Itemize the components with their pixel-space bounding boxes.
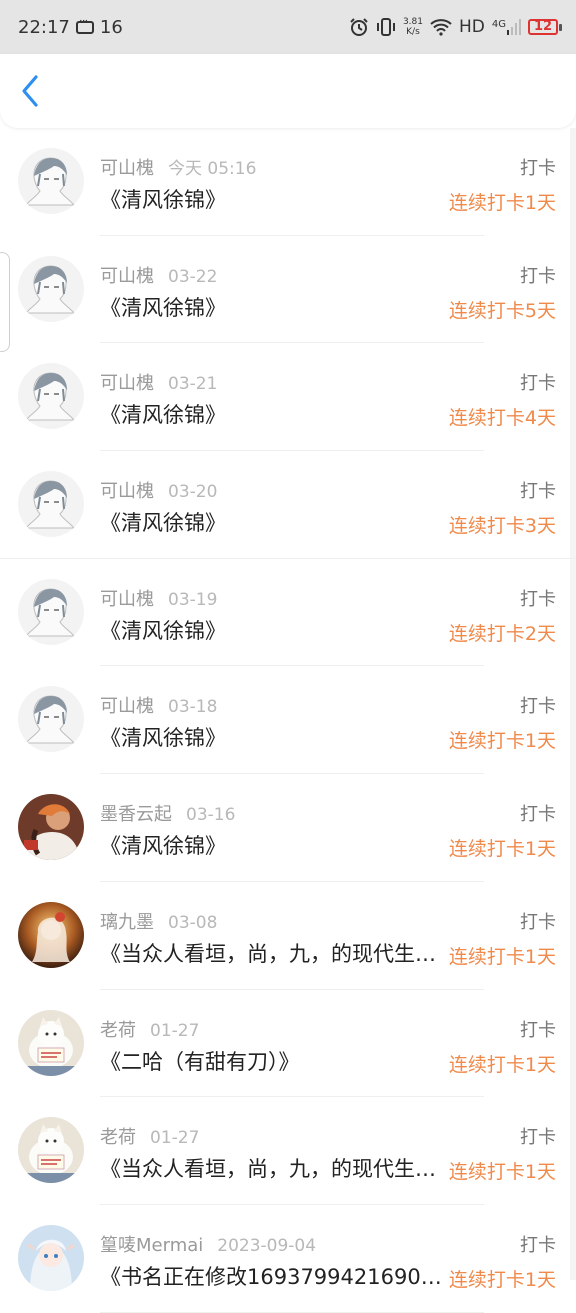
checkin-type: 打卡 bbox=[520, 804, 556, 826]
book-title[interactable]: 《清风徐锦》 bbox=[100, 399, 450, 429]
checkin-row[interactable]: 老荷 01-27 《二哈（有甜有刀）》 打卡连续打卡1天 bbox=[0, 990, 576, 1098]
checkin-type: 打卡 bbox=[520, 696, 556, 718]
alarm-icon bbox=[350, 18, 368, 36]
book-title[interactable]: 《清风徐锦》 bbox=[100, 830, 450, 860]
user-name[interactable]: 璃九墨 bbox=[100, 912, 154, 933]
status-time: 22:17 bbox=[18, 16, 70, 38]
checkin-type: 打卡 bbox=[520, 911, 556, 933]
avatar[interactable] bbox=[18, 794, 84, 861]
streak-label: 连续打卡1天 bbox=[448, 1161, 556, 1184]
wifi-icon bbox=[430, 19, 452, 36]
user-name[interactable]: 篁唛Mermai bbox=[100, 1235, 203, 1256]
avatar[interactable] bbox=[18, 1009, 84, 1076]
book-title[interactable]: 《清风徐锦》 bbox=[100, 615, 450, 645]
checkin-date: 今天 05:16 bbox=[168, 159, 257, 179]
streak-label: 连续打卡1天 bbox=[448, 945, 556, 968]
speed-unit: K/s bbox=[406, 27, 420, 37]
streak-label: 连续打卡1天 bbox=[448, 1053, 556, 1076]
avatar[interactable] bbox=[18, 255, 84, 322]
user-name[interactable]: 可山槐 bbox=[100, 589, 154, 610]
back-button[interactable] bbox=[0, 54, 60, 128]
checkin-row[interactable]: 可山槐 03-22 《清风徐锦》 打卡连续打卡5天 bbox=[0, 236, 576, 344]
checkin-type: 打卡 bbox=[520, 588, 556, 610]
checkin-date: 2023-09-04 bbox=[217, 1235, 317, 1256]
checkin-date: 03-18 bbox=[168, 697, 218, 718]
checkin-row[interactable]: 可山槐 今天 05:16 《清风徐锦》 打卡连续打卡1天 bbox=[0, 128, 576, 236]
streak-label: 连续打卡1天 bbox=[448, 1268, 556, 1291]
battery-level: 12 bbox=[528, 19, 558, 35]
user-name[interactable]: 墨香云起 bbox=[100, 804, 172, 825]
avatar[interactable] bbox=[18, 686, 84, 753]
user-name[interactable]: 可山槐 bbox=[100, 373, 154, 394]
streak-label: 连续打卡1天 bbox=[448, 730, 556, 753]
checkin-row[interactable]: 可山槐 03-18 《清风徐锦》 打卡连续打卡1天 bbox=[0, 666, 576, 775]
checkin-row[interactable]: 可山槐 03-20 《清风徐锦》 打卡连续打卡3天 bbox=[0, 451, 576, 559]
battery-icon: 12 bbox=[528, 19, 562, 35]
streak-label: 连续打卡5天 bbox=[448, 299, 556, 322]
checkin-date: 01-27 bbox=[150, 1128, 200, 1149]
checkin-date: 03-16 bbox=[186, 805, 236, 826]
streak-label: 连续打卡4天 bbox=[448, 407, 556, 430]
checkin-row[interactable]: 可山槐 03-19 《清风徐锦》 打卡连续打卡2天 bbox=[0, 559, 576, 667]
network-hd: HD bbox=[459, 17, 485, 37]
avatar[interactable] bbox=[18, 363, 84, 430]
network-4g: 4G bbox=[491, 19, 506, 30]
top-bar bbox=[0, 54, 576, 128]
checkin-date: 03-22 bbox=[168, 266, 218, 287]
streak-label: 连续打卡1天 bbox=[448, 192, 556, 214]
avatar[interactable] bbox=[18, 901, 84, 968]
book-title[interactable]: 《清风徐锦》 bbox=[100, 722, 450, 752]
avatar[interactable] bbox=[18, 1224, 84, 1291]
checkin-type: 打卡 bbox=[520, 1127, 556, 1149]
row-divider bbox=[100, 1311, 484, 1313]
book-title[interactable]: 《清风徐锦》 bbox=[100, 507, 450, 537]
checkin-row[interactable]: 墨香云起 03-16 《清风徐锦》 打卡连续打卡1天 bbox=[0, 774, 576, 882]
checkin-date: 03-21 bbox=[168, 374, 218, 395]
user-name[interactable]: 可山槐 bbox=[100, 158, 154, 179]
speed-value: 3.81 bbox=[402, 17, 423, 27]
book-title[interactable]: 《清风徐锦》 bbox=[100, 184, 450, 214]
checkin-row[interactable]: 篁唛Mermai 2023-09-04 《书名正在修改16937994216902》… bbox=[0, 1205, 576, 1313]
checkin-type: 打卡 bbox=[520, 481, 556, 503]
streak-label: 连续打卡2天 bbox=[448, 622, 556, 645]
message-icon bbox=[75, 14, 94, 34]
user-name[interactable]: 老荷 bbox=[100, 1020, 136, 1041]
checkin-date: 03-20 bbox=[168, 482, 218, 503]
status-bar: 22:17 16 3.81 K/s HD 4G 12 bbox=[0, 0, 576, 54]
user-name[interactable]: 老荷 bbox=[100, 1127, 136, 1148]
avatar[interactable] bbox=[18, 578, 84, 645]
user-name[interactable]: 可山槐 bbox=[100, 266, 154, 287]
notification-count: 16 bbox=[99, 16, 123, 38]
book-title[interactable]: 《书名正在修改16937994216902》 bbox=[100, 1261, 450, 1291]
checkin-date: 03-08 bbox=[168, 912, 218, 933]
signal-icon: 4G bbox=[492, 19, 521, 35]
checkin-list: 可山槐 今天 05:16 《清风徐锦》 打卡 连续打卡1天 可山槐 03-22 《清风徐锦》打… bbox=[0, 128, 576, 1313]
network-speed: 3.81 K/s bbox=[403, 17, 423, 37]
checkin-type: 打卡 bbox=[520, 158, 556, 179]
user-name[interactable]: 可山槐 bbox=[100, 696, 154, 717]
checkin-date: 03-19 bbox=[168, 589, 218, 610]
vibrate-icon bbox=[376, 18, 395, 36]
avatar[interactable] bbox=[18, 1117, 84, 1184]
avatar[interactable] bbox=[18, 471, 84, 538]
checkin-type: 打卡 bbox=[520, 1019, 556, 1041]
book-title[interactable]: 《二哈（有甜有刀）》 bbox=[100, 1046, 450, 1076]
checkin-date: 01-27 bbox=[150, 1020, 200, 1041]
checkin-row[interactable]: 可山槐 03-21 《清风徐锦》 打卡连续打卡4天 bbox=[0, 343, 576, 452]
book-title[interactable]: 《当众人看垣，尚，九，的现代生活》 bbox=[100, 938, 450, 968]
checkin-type: 打卡 bbox=[520, 1234, 556, 1256]
streak-label: 连续打卡3天 bbox=[448, 515, 556, 538]
user-name[interactable]: 可山槐 bbox=[100, 481, 154, 502]
checkin-type: 打卡 bbox=[520, 373, 556, 395]
checkin-type: 打卡 bbox=[520, 265, 556, 287]
chevron-left-icon bbox=[22, 75, 38, 107]
checkin-row[interactable]: 璃九墨 03-08 《当众人看垣，尚，九，的现代生活》 打卡连续打卡1天 bbox=[0, 882, 576, 990]
checkin-row[interactable]: 老荷 01-27 《当众人看垣，尚，九，的现代生活》 打卡连续打卡1天 bbox=[0, 1097, 576, 1205]
streak-label: 连续打卡1天 bbox=[448, 838, 556, 861]
book-title[interactable]: 《当众人看垣，尚，九，的现代生活》 bbox=[100, 1153, 450, 1183]
book-title[interactable]: 《清风徐锦》 bbox=[100, 292, 450, 322]
avatar[interactable] bbox=[18, 148, 84, 214]
